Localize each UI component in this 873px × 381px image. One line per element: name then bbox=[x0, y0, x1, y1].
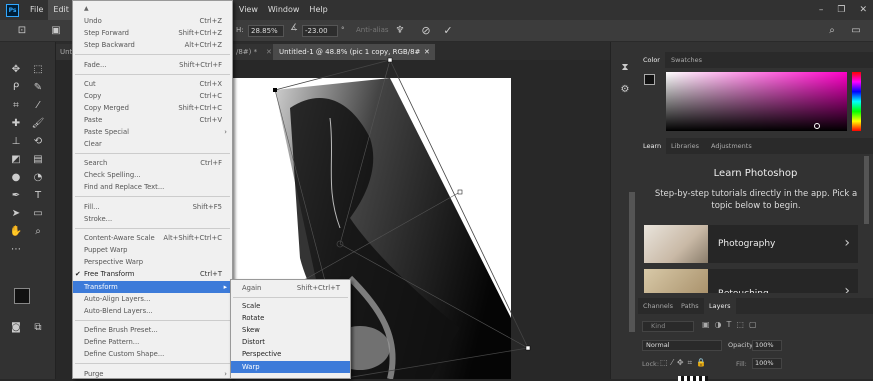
menu-item-find-replace[interactable]: Find and Replace Text... bbox=[73, 181, 232, 193]
menu-separator bbox=[75, 320, 230, 321]
opacity-field[interactable]: 100% bbox=[752, 340, 782, 351]
tab-paths[interactable]: Paths bbox=[676, 298, 704, 314]
submenu-item-warp[interactable]: Warp bbox=[231, 361, 350, 373]
checkmark-icon: ✔ bbox=[75, 270, 81, 278]
submenu-item-again[interactable]: Again Shift+Ctrl+T bbox=[231, 282, 350, 294]
hue-slider[interactable] bbox=[852, 72, 861, 131]
learn-card-photography[interactable]: Photography › bbox=[644, 225, 858, 263]
submenu-item-perspective[interactable]: Perspective bbox=[231, 348, 350, 360]
transform-submenu: Again Shift+Ctrl+T Scale Rotate Skew Dist… bbox=[230, 279, 351, 379]
menu-item-copy[interactable]: Copy Ctrl+C bbox=[73, 90, 232, 102]
transform-handle-top bbox=[387, 57, 393, 63]
menu-item-content-aware-scale[interactable]: Content-Aware Scale Alt+Shift+Ctrl+C bbox=[73, 232, 232, 244]
transform-handle-top-left bbox=[273, 88, 277, 92]
tab-adjustments[interactable]: Adjustments bbox=[706, 138, 757, 154]
submenu-item-distort[interactable]: Distort bbox=[231, 336, 350, 348]
menu-item-fade[interactable]: Fade... Shift+Ctrl+F bbox=[73, 59, 232, 71]
tab-swatches[interactable]: Swatches bbox=[666, 52, 707, 68]
menu-item-define-brush[interactable]: Define Brush Preset... bbox=[73, 324, 232, 336]
chevron-right-icon: › bbox=[844, 283, 850, 293]
learn-description: Step-by-step tutorials directly in the a… bbox=[654, 189, 858, 211]
learn-card-retouching[interactable]: Retouching › bbox=[644, 269, 858, 293]
color-picker-field[interactable] bbox=[666, 72, 847, 131]
canvas-scrollbar[interactable] bbox=[629, 192, 635, 332]
menu-item-undo[interactable]: Undo Ctrl+Z bbox=[73, 15, 232, 27]
submenu-arrow-icon: ▸ bbox=[223, 283, 227, 291]
fill-field[interactable]: 100% bbox=[752, 358, 782, 369]
menu-separator bbox=[75, 54, 230, 55]
history-panel-icon[interactable]: ⧗ bbox=[617, 60, 633, 76]
menu-separator bbox=[75, 153, 230, 154]
learn-panel-tabs: Learn Libraries Adjustments bbox=[638, 138, 873, 154]
tab-layers[interactable]: Layers bbox=[704, 298, 736, 314]
tab-learn[interactable]: Learn bbox=[638, 138, 667, 154]
menu-item-cut[interactable]: Cut Ctrl+X bbox=[73, 78, 232, 90]
menu-item-transform[interactable]: Transform ▸ bbox=[73, 281, 232, 293]
menu-separator bbox=[75, 196, 230, 197]
menu-separator bbox=[75, 228, 230, 229]
menu-item-step-backward[interactable]: Step Backward Alt+Ctrl+Z bbox=[73, 39, 232, 51]
menu-item-clear[interactable]: Clear bbox=[73, 138, 232, 150]
lock-label: Lock: bbox=[642, 360, 660, 368]
menu-item-purge[interactable]: Purge › bbox=[73, 368, 232, 380]
tab-libraries[interactable]: Libraries bbox=[666, 138, 704, 154]
menu-item-free-transform[interactable]: ✔ Free Transform Ctrl+T bbox=[73, 268, 232, 280]
photography-thumbnail bbox=[644, 225, 708, 263]
menu-item-paste[interactable]: Paste Ctrl+V bbox=[73, 114, 232, 126]
menu-item-puppet-warp[interactable]: Puppet Warp bbox=[73, 244, 232, 256]
menu-item-auto-blend-layers[interactable]: Auto-Blend Layers... bbox=[73, 305, 232, 317]
retouching-thumbnail bbox=[644, 269, 708, 293]
menu-item-define-custom-shape[interactable]: Define Custom Shape... bbox=[73, 348, 232, 360]
menu-item-stroke[interactable]: Stroke... bbox=[73, 213, 232, 225]
menu-item-search[interactable]: Search Ctrl+F bbox=[73, 157, 232, 169]
blend-mode-select[interactable]: Normal bbox=[642, 340, 722, 351]
submenu-item-rotate[interactable]: Rotate bbox=[231, 312, 350, 324]
layer-filter-icons[interactable]: ▣◑T⬚▢ bbox=[702, 320, 762, 329]
menu-item-perspective-warp[interactable]: Perspective Warp bbox=[73, 256, 232, 268]
tab-channels[interactable]: Channels bbox=[638, 298, 678, 314]
tab-color[interactable]: Color bbox=[638, 52, 665, 68]
color-picker-cursor[interactable] bbox=[814, 123, 820, 129]
menu-item-check-spelling[interactable]: Check Spelling... bbox=[73, 169, 232, 181]
layer-filter-kind[interactable]: Kind bbox=[642, 321, 694, 332]
submenu-item-skew[interactable]: Skew bbox=[231, 324, 350, 336]
lock-icons[interactable]: ⬚⁄✥⌗🔒 bbox=[660, 358, 710, 368]
submenu-item-scale[interactable]: Scale bbox=[231, 300, 350, 312]
submenu-arrow-icon: › bbox=[224, 370, 227, 378]
card-label: Photography bbox=[718, 239, 776, 249]
submenu-arrow-icon: › bbox=[224, 128, 227, 136]
menu-separator bbox=[75, 74, 230, 75]
menu-separator bbox=[233, 297, 348, 298]
menu-item-step-forward[interactable]: Step Forward Shift+Ctrl+Z bbox=[73, 27, 232, 39]
menu-item-fill[interactable]: Fill... Shift+F5 bbox=[73, 201, 232, 213]
learn-scrollbar[interactable] bbox=[864, 156, 869, 224]
learn-title: Learn Photoshop bbox=[713, 168, 798, 179]
color-panel-tabs: Color Swatches bbox=[638, 52, 873, 68]
menu-item-define-pattern[interactable]: Define Pattern... bbox=[73, 336, 232, 348]
menu-item-copy-merged[interactable]: Copy Merged Shift+Ctrl+C bbox=[73, 102, 232, 114]
menu-item-auto-align-layers[interactable]: Auto-Align Layers... bbox=[73, 293, 232, 305]
chevron-right-icon: › bbox=[844, 235, 850, 251]
panel-foreground-swatch[interactable] bbox=[644, 74, 655, 85]
right-panels: Color Swatches Learn Libraries Adjustmen… bbox=[638, 42, 873, 381]
layers-panel-tabs: Channels Paths Layers bbox=[638, 298, 873, 314]
opacity-label: Opacity: bbox=[728, 341, 755, 349]
card-label: Retouching bbox=[718, 275, 769, 293]
menu-scroll-up-icon[interactable]: ▲ bbox=[84, 5, 90, 12]
menu-separator bbox=[75, 363, 230, 364]
edit-menu-dropdown: ▲ Undo Ctrl+Z Step Forward Shift+Ctrl+Z St… bbox=[72, 0, 233, 379]
transform-handle-right bbox=[457, 189, 463, 195]
properties-panel-icon[interactable]: ⚙ bbox=[617, 82, 633, 98]
menu-item-paste-special[interactable]: Paste Special › bbox=[73, 126, 232, 138]
transform-handle-bottom-right bbox=[525, 345, 531, 351]
collapsed-panel-strip: ⧗ ⚙ bbox=[610, 42, 638, 379]
fill-label: Fill: bbox=[736, 360, 747, 368]
